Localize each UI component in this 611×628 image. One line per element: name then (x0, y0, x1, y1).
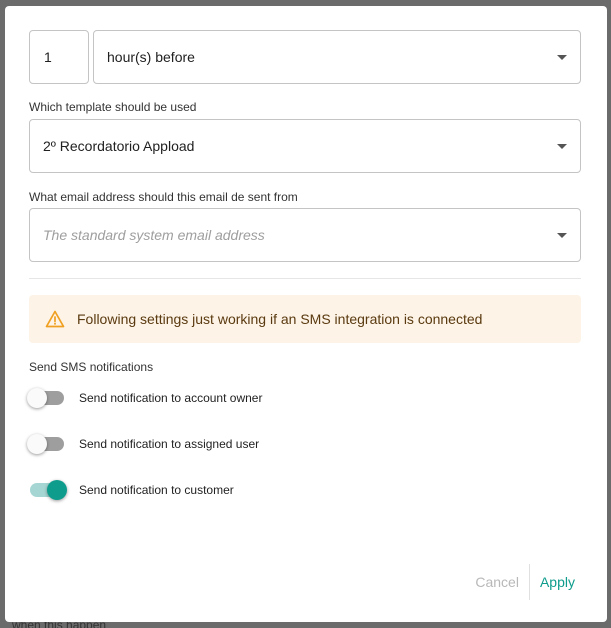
chevron-down-icon (557, 55, 567, 60)
alert-text: Following settings just working if an SM… (77, 311, 483, 327)
sender-select[interactable]: The standard system email address (29, 208, 581, 262)
warning-icon (45, 310, 65, 328)
divider (29, 278, 581, 279)
toggle-label: Send notification to assigned user (79, 437, 260, 451)
template-label: Which template should be used (29, 100, 197, 114)
apply-button[interactable]: Apply (528, 564, 585, 600)
toggle-label: Send notification to account owner (79, 391, 263, 405)
timing-row: hour(s) before (29, 30, 581, 84)
sender-placeholder: The standard system email address (43, 227, 265, 243)
toggle-label: Send notification to customer (79, 483, 234, 497)
toggle-row-account-owner: Send notification to account owner (27, 388, 262, 408)
amount-input[interactable] (29, 30, 89, 84)
template-select[interactable]: 2º Recordatorio Appload (29, 119, 581, 173)
toggle-switch[interactable] (27, 434, 67, 454)
dialog: hour(s) before Which template should be … (5, 6, 607, 622)
unit-select[interactable]: hour(s) before (93, 30, 581, 84)
toggle-switch[interactable] (27, 480, 67, 500)
sender-label: What email address should this email de … (29, 190, 298, 204)
chevron-down-icon (557, 233, 567, 238)
toggle-switch[interactable] (27, 388, 67, 408)
chevron-down-icon (557, 144, 567, 149)
sms-heading: Send SMS notifications (29, 360, 154, 374)
sms-warning-alert: Following settings just working if an SM… (29, 295, 581, 343)
toggle-row-assigned-user: Send notification to assigned user (27, 434, 259, 454)
cancel-button[interactable]: Cancel (465, 564, 529, 600)
dialog-actions: Cancel Apply (465, 564, 585, 600)
template-select-value: 2º Recordatorio Appload (43, 138, 195, 154)
unit-select-value: hour(s) before (107, 49, 195, 65)
toggle-row-customer: Send notification to customer (27, 480, 234, 500)
